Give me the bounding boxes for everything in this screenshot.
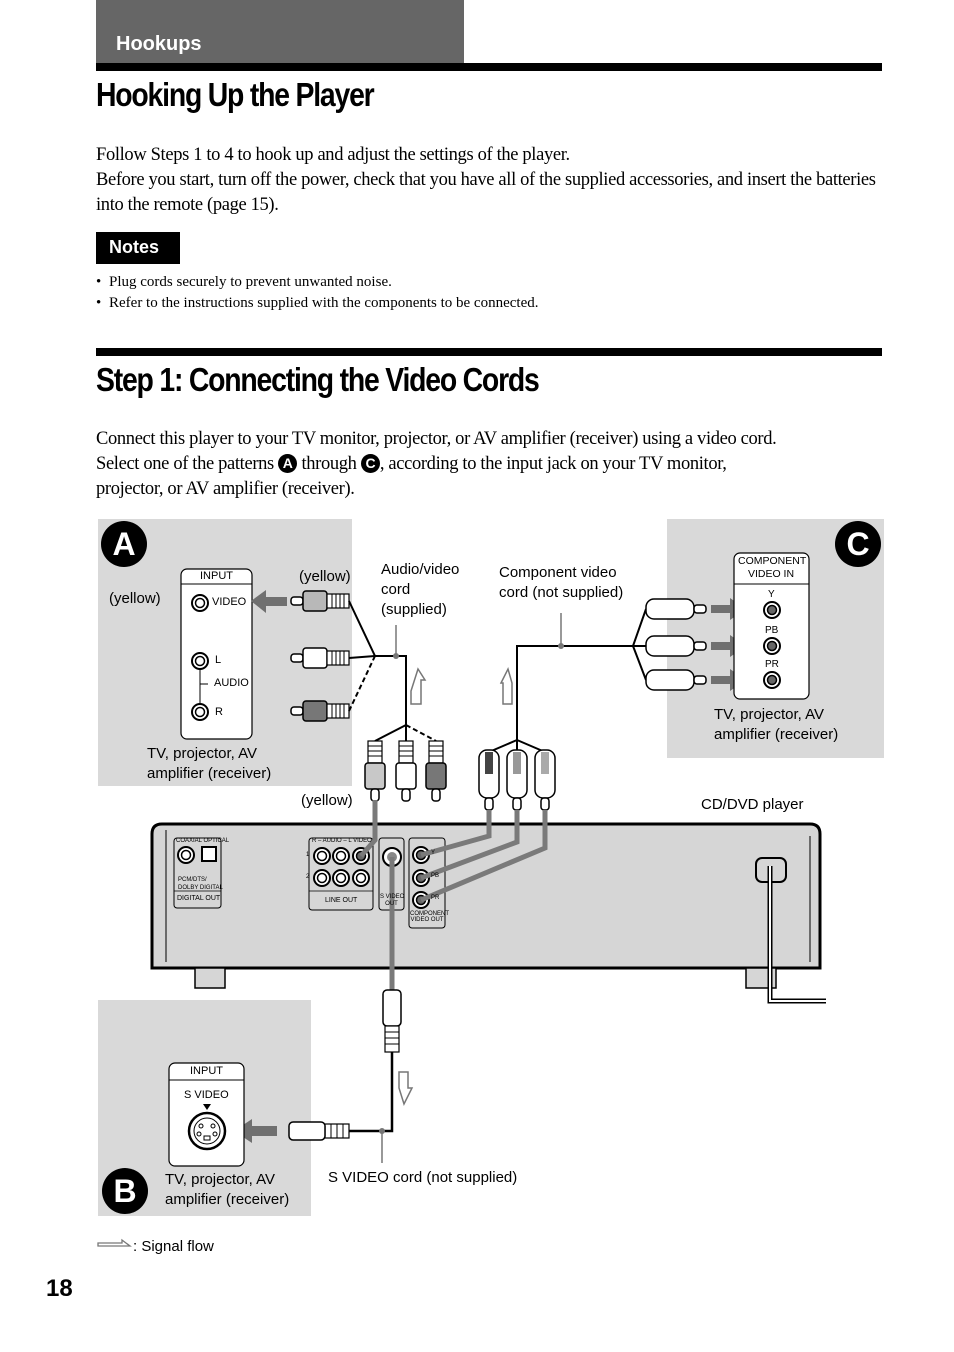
video-jack-label: VIDEO xyxy=(212,596,247,608)
signal-arrow-icon xyxy=(251,590,287,613)
label-line: DOLBY DIGITAL xyxy=(178,885,223,891)
signal-flow-arrow-icon xyxy=(410,667,427,705)
audio-r1-jack-icon xyxy=(313,847,331,865)
audio-l2-jack-icon xyxy=(332,869,350,887)
s-video-cord-label: S VIDEO cord (not supplied) xyxy=(328,1169,518,1186)
component-plug-pb-icon xyxy=(645,635,707,657)
input-panel-title: INPUT xyxy=(200,570,233,582)
yellow-bottom-label: (yellow) xyxy=(301,792,353,809)
pattern-b-badge: B xyxy=(102,1168,148,1214)
input-panel-title: INPUT xyxy=(190,1065,223,1077)
y-jack-icon xyxy=(763,601,781,619)
cd-dvd-player-rear xyxy=(150,822,822,970)
line-out-label: LINE OUT xyxy=(325,897,358,904)
white-plug-icon xyxy=(290,647,350,669)
device-label-line: amplifier (receiver) xyxy=(165,1191,290,1208)
component-out-label: COMPONENT VIDEO OUT xyxy=(410,911,449,923)
label-line: S VIDEO xyxy=(380,894,405,900)
signal-flow-arrow-icon xyxy=(398,1071,414,1106)
red-plug-icon xyxy=(425,740,447,802)
device-label-line: TV, projector, AV xyxy=(165,1171,276,1188)
pb-label: PB xyxy=(765,625,779,636)
pattern-a-badge: A xyxy=(101,521,147,567)
y-label: Y xyxy=(768,589,775,600)
label-line: COMPONENT xyxy=(738,555,807,567)
yellow-plug-label: (yellow) xyxy=(299,568,351,585)
pr-jack-icon xyxy=(763,671,781,689)
yellow-plug-icon xyxy=(364,740,386,802)
video-jack-icon xyxy=(191,594,209,612)
component-input-title: COMPONENT VIDEO IN xyxy=(738,555,807,581)
page-number: 18 xyxy=(46,1275,73,1302)
player-label: CD/DVD player xyxy=(701,796,804,813)
label-line: (supplied) xyxy=(381,601,447,618)
device-label-line: TV, projector, AV xyxy=(147,745,258,762)
label-line: PCM/DTS/ xyxy=(178,877,207,883)
label-line: cord (not supplied) xyxy=(499,584,624,601)
audio-l-label: L xyxy=(215,654,222,666)
label-line: Component video xyxy=(499,564,617,581)
s-video-jack-label: S VIDEO xyxy=(184,1089,229,1101)
label-line: cord xyxy=(381,581,411,598)
pattern-c-badge: C xyxy=(835,521,881,567)
audio-l-jack-icon xyxy=(191,652,209,670)
digital-out-label: DIGITAL OUT xyxy=(177,895,221,902)
digital-header: COAXIAL OPTICAL xyxy=(176,838,230,844)
signal-flow-legend: : Signal flow xyxy=(133,1238,214,1255)
device-label-line: amplifier (receiver) xyxy=(147,765,272,782)
video2-jack-icon xyxy=(352,869,370,887)
av-cord-label: Audio/video cord (supplied) xyxy=(381,560,459,620)
device-label: TV, projector, AV amplifier (receiver) xyxy=(147,744,271,784)
component-plug-y-icon xyxy=(645,598,707,620)
device-label: TV, projector, AV amplifier (receiver) xyxy=(714,705,838,745)
audio-r2-jack-icon xyxy=(313,869,331,887)
s-video-plug-icon xyxy=(288,1121,326,1141)
label-line: VIDEO IN xyxy=(747,568,795,580)
pb-jack-icon xyxy=(763,637,781,655)
signal-flow-legend-icon xyxy=(97,1238,132,1247)
s-video-plug-icon xyxy=(382,989,402,1027)
comp-pb-label: PB xyxy=(431,873,440,879)
row-1-label: 1 xyxy=(306,852,310,858)
digital-note: PCM/DTS/DOLBY DIGITAL xyxy=(178,876,223,892)
line-out-header: R – AUDIO – L VIDEO xyxy=(312,838,372,844)
label-line: VIDEO OUT xyxy=(410,917,444,923)
yellow-plug-icon xyxy=(290,590,350,612)
row-2-label: 2 xyxy=(306,874,310,880)
component-plug-pr-icon xyxy=(645,669,707,691)
label-line: OUT xyxy=(385,901,398,907)
yellow-label: (yellow) xyxy=(109,590,161,607)
coaxial-jack-icon xyxy=(177,846,195,864)
signal-flow-arrow-icon xyxy=(499,666,513,705)
pr-label: PR xyxy=(765,659,779,670)
device-label-line: amplifier (receiver) xyxy=(714,726,839,743)
audio-r-jack-icon xyxy=(191,703,209,721)
white-plug-icon xyxy=(395,740,417,802)
component-cord-label: Component video cord (not supplied) xyxy=(499,563,623,603)
audio-r-label: R xyxy=(215,706,223,718)
comp-pr-label: PR xyxy=(431,895,440,901)
red-plug-icon xyxy=(290,700,350,722)
audio-label: AUDIO xyxy=(214,677,249,689)
comp-y-label: Y xyxy=(431,850,436,856)
audio-l1-jack-icon xyxy=(332,847,350,865)
connection-diagram xyxy=(97,552,826,1247)
device-label: TV, projector, AV amplifier (receiver) xyxy=(165,1170,289,1210)
optical-jack-icon xyxy=(201,846,217,862)
device-label-line: TV, projector, AV xyxy=(714,706,825,723)
s-video-out-label: S VIDEO OUT xyxy=(380,894,405,908)
label-line: Audio/video xyxy=(381,561,460,578)
